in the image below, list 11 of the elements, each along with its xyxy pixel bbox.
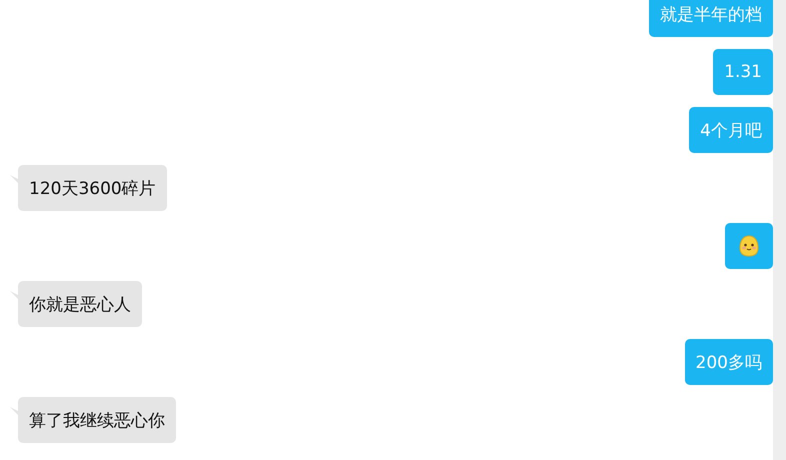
smiley-icon <box>737 234 761 258</box>
message-bubble: 4个月吧 <box>689 107 773 153</box>
message-bubble: 1.31 <box>713 49 773 95</box>
bubble-tail <box>10 407 18 415</box>
bubble-tail <box>10 175 18 183</box>
message-bubble: 就是半年的档 <box>649 0 773 37</box>
message-bubble: 200多吗 <box>684 339 773 385</box>
bubble-tail <box>10 291 18 299</box>
message-bubble: 你就是恶心人 <box>18 281 142 327</box>
message-bubble: 120天3600碎片 <box>18 165 167 211</box>
message-bubble: 算了我继续恶心你 <box>18 397 176 443</box>
